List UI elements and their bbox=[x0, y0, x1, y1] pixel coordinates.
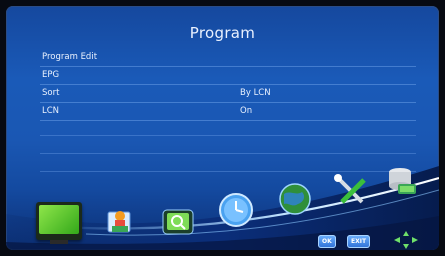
globe-icon[interactable] bbox=[278, 182, 312, 216]
tv-icon[interactable] bbox=[36, 202, 82, 244]
menu-item-label: LCN bbox=[42, 106, 60, 116]
menu-item-value: On bbox=[240, 106, 253, 116]
menu-item-program-edit[interactable]: Program Edit bbox=[40, 49, 416, 67]
storage-icon[interactable] bbox=[386, 164, 418, 198]
direction-arrows-icon bbox=[394, 231, 418, 249]
program-menu-list: Program Edit EPG Sort By LCN LCN On bbox=[40, 49, 416, 121]
page-title: Program bbox=[189, 24, 256, 42]
search-icon[interactable] bbox=[161, 208, 195, 236]
menu-item-label: Program Edit bbox=[42, 52, 98, 62]
menu-item-label: EPG bbox=[42, 70, 60, 80]
menu-divider bbox=[40, 135, 416, 136]
program-menu-screen: Program Program Edit EPG Sort By LCN LCN… bbox=[6, 6, 439, 250]
exit-button[interactable]: EXIT bbox=[347, 235, 371, 248]
media-icon[interactable] bbox=[106, 206, 134, 236]
menu-item-value: By LCN bbox=[240, 88, 271, 98]
menu-divider bbox=[40, 153, 416, 154]
menu-item-lcn[interactable]: LCN On bbox=[40, 103, 416, 121]
ok-button[interactable]: OK bbox=[318, 235, 336, 248]
menu-item-epg[interactable]: EPG bbox=[40, 67, 416, 85]
menu-item-sort[interactable]: Sort By LCN bbox=[40, 85, 416, 103]
menu-item-label: Sort bbox=[42, 88, 60, 98]
clock-icon[interactable] bbox=[218, 192, 254, 228]
tools-icon[interactable] bbox=[332, 174, 370, 208]
